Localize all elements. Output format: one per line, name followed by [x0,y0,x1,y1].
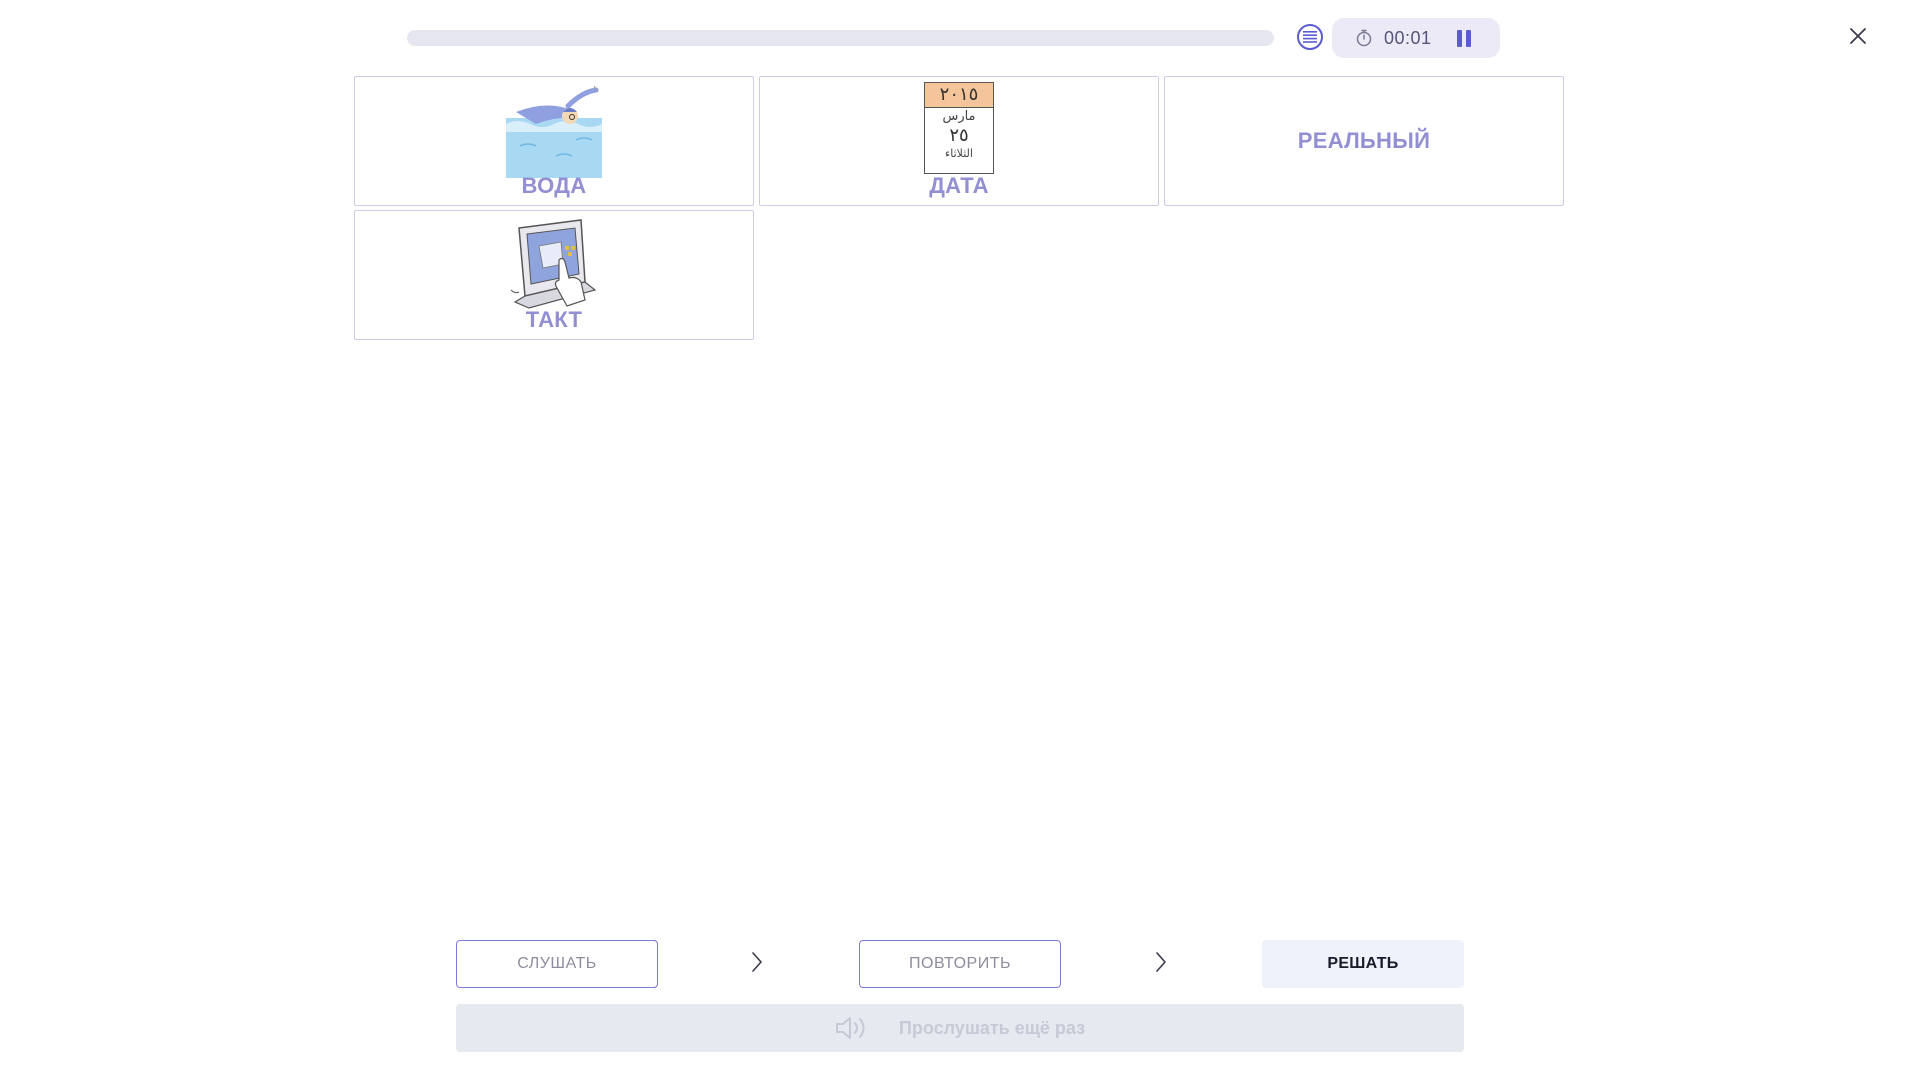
touchscreen-picture [510,219,597,309]
listen-button[interactable]: СЛУШАТЬ [456,940,658,988]
card-label: ВОДА [521,173,587,198]
card-label: ДАТА [929,173,989,198]
calendar-year: ٢٠١٥ [925,83,993,108]
chevron-right-icon [1156,952,1166,972]
word-card-date[interactable]: ٢٠١٥ مارس ٢٥ الثلاثاء ДАТА [759,76,1159,206]
pause-button[interactable] [1454,28,1474,48]
replay-button[interactable]: Прослушать ещё раз [456,1004,1464,1052]
close-icon[interactable] [1846,24,1870,48]
calendar-date-picture: ٢٠١٥ مارس ٢٥ الثلاثاء [924,82,994,174]
repeat-button[interactable]: ПОВТОРИТЬ [859,940,1061,988]
swimmer-picture [506,82,602,178]
card-label: ТАКТ [525,307,583,332]
calendar-weekday: الثلاثاء [945,147,973,160]
chevron-right-icon [752,952,762,972]
card-label: РЕАЛЬНЫЙ [1297,128,1431,153]
word-card-real[interactable]: РЕАЛЬНЫЙ [1164,76,1564,206]
list-button[interactable] [1297,24,1323,50]
calendar-month: مارس [942,109,976,124]
speaker-icon [835,1017,865,1039]
word-card-beat[interactable]: ТАКТ [354,210,754,340]
exercise-screen: 00:01 ВОДА ٢٠١٥ مارس ٢٥ الثلاثاء ДАТА РЕ… [0,0,1920,1080]
pause-icon [1456,29,1462,47]
stopwatch-icon [1354,28,1374,48]
list-icon [1303,31,1317,43]
progress-bar [407,30,1274,46]
word-card-water[interactable]: ВОДА [354,76,754,206]
replay-label: Прослушать ещё раз [898,1017,1086,1038]
timer-value: 00:01 [1384,27,1432,48]
solve-button[interactable]: РЕШАТЬ [1262,940,1464,988]
calendar-day: ٢٥ [949,125,969,146]
timer-panel: 00:01 [1332,18,1500,58]
